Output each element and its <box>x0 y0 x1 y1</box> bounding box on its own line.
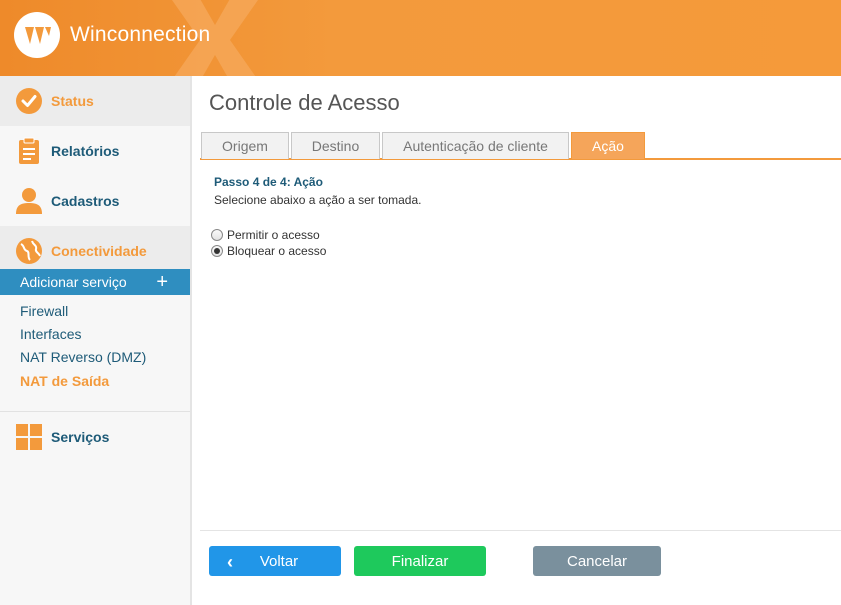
sidebar-item-status[interactable]: Status <box>0 76 190 126</box>
step-description: Selecione abaixo a ação a ser tomada. <box>214 193 422 207</box>
radio-permitir-acesso[interactable]: Permitir o acesso <box>211 228 320 242</box>
tab-acao[interactable]: Ação <box>571 132 645 159</box>
footer-divider <box>200 530 841 531</box>
chevron-left-icon: ‹ <box>227 552 233 572</box>
sidebar-subitem-nat-saida[interactable]: NAT de Saída <box>20 373 109 389</box>
sidebar-item-cadastros[interactable]: Cadastros <box>0 176 190 226</box>
back-button[interactable]: ‹ Voltar <box>209 546 341 576</box>
sidebar-subitem-interfaces[interactable]: Interfaces <box>20 326 81 342</box>
radio-label: Bloquear o acesso <box>227 244 327 258</box>
app-logo[interactable]: Winconnection <box>14 12 210 58</box>
radio-button[interactable] <box>211 229 223 241</box>
sidebar-item-relatorios[interactable]: Relatórios <box>0 126 190 176</box>
app-name: Winconnection <box>70 23 211 46</box>
page-title: Controle de Acesso <box>209 90 400 115</box>
cancel-button[interactable]: Cancelar <box>533 546 661 576</box>
sidebar-item-label: Cadastros <box>51 193 120 209</box>
sidebar-item-label: Status <box>51 93 94 109</box>
add-service-button[interactable]: Adicionar serviço + <box>0 269 190 295</box>
plus-icon: + <box>156 271 168 293</box>
clipboard-icon <box>19 137 39 164</box>
finish-button-label: Finalizar <box>391 552 449 570</box>
tab-destino[interactable]: Destino <box>291 132 380 159</box>
user-icon <box>16 188 42 214</box>
radio-button[interactable] <box>211 245 223 257</box>
sidebar: Status Relatórios Cadastros Conectividad… <box>0 76 192 605</box>
step-title: Passo 4 de 4: Ação <box>214 175 323 189</box>
check-circle-icon <box>16 88 42 114</box>
radio-label: Permitir o acesso <box>227 228 320 242</box>
logo-icon <box>14 12 60 58</box>
sidebar-subitem-firewall[interactable]: Firewall <box>20 303 68 319</box>
sidebar-item-label: Conectividade <box>51 243 147 259</box>
globe-icon <box>16 238 42 264</box>
back-button-label: Voltar <box>259 552 299 570</box>
add-service-label: Adicionar serviço <box>20 274 127 290</box>
wizard-tabs: Origem Destino Autenticação de cliente A… <box>200 132 841 160</box>
radio-bloquear-acesso[interactable]: Bloquear o acesso <box>211 244 326 258</box>
sidebar-item-servicos[interactable]: Serviços <box>0 412 190 462</box>
sidebar-subitem-nat-reverso[interactable]: NAT Reverso (DMZ) <box>20 349 146 365</box>
grid-icon <box>16 424 42 450</box>
finish-button[interactable]: Finalizar <box>354 546 486 576</box>
cancel-button-label: Cancelar <box>566 552 628 570</box>
tab-autenticacao[interactable]: Autenticação de cliente <box>382 132 569 159</box>
tab-origem[interactable]: Origem <box>201 132 289 159</box>
sidebar-item-label: Relatórios <box>51 143 120 159</box>
sidebar-item-label: Serviços <box>51 429 110 445</box>
app-header: Winconnection <box>0 0 841 76</box>
